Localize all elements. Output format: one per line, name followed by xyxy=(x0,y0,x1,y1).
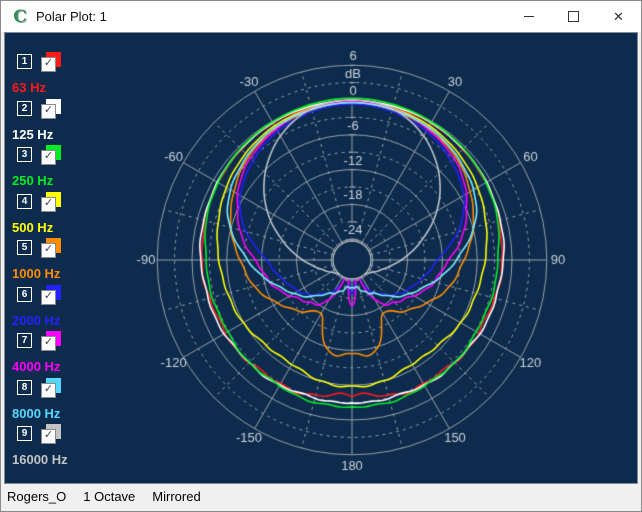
polar-plot-window: C Polar Plot: 1 ✕ 1 ✓ 63 Hz 2 ✓ 125 Hz 3 ✓ 250 H… xyxy=(0,0,642,512)
trace-visibility-checkbox[interactable]: ✓ xyxy=(41,192,61,212)
checkmark-icon: ✓ xyxy=(44,105,53,116)
checkbox-box: ✓ xyxy=(41,383,56,398)
trace-visibility-checkbox[interactable]: ✓ xyxy=(41,378,61,398)
checkbox-box: ✓ xyxy=(41,104,56,119)
legend-item: 7 ✓ 4000 Hz xyxy=(5,333,115,379)
trace-frequency-label: 8000 Hz xyxy=(12,406,60,421)
legend-item: 4 ✓ 500 Hz xyxy=(5,194,115,240)
trace-frequency-label: 1000 Hz xyxy=(12,266,60,281)
trace-visibility-checkbox[interactable]: ✓ xyxy=(41,52,61,72)
trace-visibility-checkbox[interactable]: ✓ xyxy=(41,285,61,305)
trace-frequency-label: 250 Hz xyxy=(12,173,53,188)
app-logo-icon: C xyxy=(11,8,29,26)
window-title: Polar Plot: 1 xyxy=(36,9,107,24)
checkmark-icon: ✓ xyxy=(44,430,53,441)
trace-frequency-label: 2000 Hz xyxy=(12,313,60,328)
trace-number-button[interactable]: 4 xyxy=(17,194,32,209)
titlebar[interactable]: C Polar Plot: 1 ✕ xyxy=(1,1,641,32)
legend-item: 9 ✓ 16000 Hz xyxy=(5,426,115,472)
legend-item: 2 ✓ 125 Hz xyxy=(5,101,115,147)
trace-frequency-label: 500 Hz xyxy=(12,220,53,235)
statusbar: Rogers_O 1 Octave Mirrored xyxy=(1,484,641,508)
status-measurement: Rogers_O xyxy=(7,489,66,504)
legend-item: 3 ✓ 250 Hz xyxy=(5,147,115,193)
trace-number-button[interactable]: 5 xyxy=(17,240,32,255)
trace-frequency-label: 63 Hz xyxy=(12,80,46,95)
checkbox-box: ✓ xyxy=(41,429,56,444)
checkmark-icon: ✓ xyxy=(44,244,53,255)
trace-frequency-label: 4000 Hz xyxy=(12,359,60,374)
legend-item: 8 ✓ 8000 Hz xyxy=(5,380,115,426)
checkbox-box: ✓ xyxy=(41,290,56,305)
trace-frequency-label: 125 Hz xyxy=(12,127,53,142)
minimize-button[interactable] xyxy=(506,1,551,32)
trace-number-button[interactable]: 3 xyxy=(17,147,32,162)
trace-visibility-checkbox[interactable]: ✓ xyxy=(41,145,61,165)
checkmark-icon: ✓ xyxy=(44,151,53,162)
checkbox-box: ✓ xyxy=(41,57,56,72)
checkbox-box: ✓ xyxy=(41,243,56,258)
checkbox-box: ✓ xyxy=(41,150,56,165)
trace-legend: 1 ✓ 63 Hz 2 ✓ 125 Hz 3 ✓ 250 Hz 4 ✓ 500 Hz 5 ✓ 1000 Hz… xyxy=(5,33,115,483)
legend-item: 5 ✓ 1000 Hz xyxy=(5,240,115,286)
trace-visibility-checkbox[interactable]: ✓ xyxy=(41,331,61,351)
status-smoothing: 1 Octave xyxy=(83,489,135,504)
caption-buttons: ✕ xyxy=(506,1,641,32)
close-icon: ✕ xyxy=(613,10,624,23)
plot-client-area: 1 ✓ 63 Hz 2 ✓ 125 Hz 3 ✓ 250 Hz 4 ✓ 500 Hz 5 ✓ 1000 Hz… xyxy=(4,32,638,484)
checkbox-box: ✓ xyxy=(41,336,56,351)
checkmark-icon: ✓ xyxy=(44,291,53,302)
trace-number-button[interactable]: 6 xyxy=(17,287,32,302)
checkbox-box: ✓ xyxy=(41,197,56,212)
trace-number-button[interactable]: 2 xyxy=(17,101,32,116)
checkmark-icon: ✓ xyxy=(44,198,53,209)
trace-visibility-checkbox[interactable]: ✓ xyxy=(41,424,61,444)
trace-number-button[interactable]: 9 xyxy=(17,426,32,441)
checkmark-icon: ✓ xyxy=(44,58,53,69)
trace-visibility-checkbox[interactable]: ✓ xyxy=(41,99,61,119)
trace-number-button[interactable]: 8 xyxy=(17,380,32,395)
trace-number-button[interactable]: 7 xyxy=(17,333,32,348)
legend-item: 6 ✓ 2000 Hz xyxy=(5,287,115,333)
status-mode: Mirrored xyxy=(152,489,200,504)
trace-frequency-label: 16000 Hz xyxy=(12,452,68,467)
minimize-icon xyxy=(524,16,534,17)
maximize-button[interactable] xyxy=(551,1,596,32)
checkmark-icon: ✓ xyxy=(44,384,53,395)
trace-visibility-checkbox[interactable]: ✓ xyxy=(41,238,61,258)
close-button[interactable]: ✕ xyxy=(596,1,641,32)
legend-item: 1 ✓ 63 Hz xyxy=(5,54,115,100)
checkmark-icon: ✓ xyxy=(44,337,53,348)
trace-number-button[interactable]: 1 xyxy=(17,54,32,69)
maximize-icon xyxy=(568,11,579,22)
